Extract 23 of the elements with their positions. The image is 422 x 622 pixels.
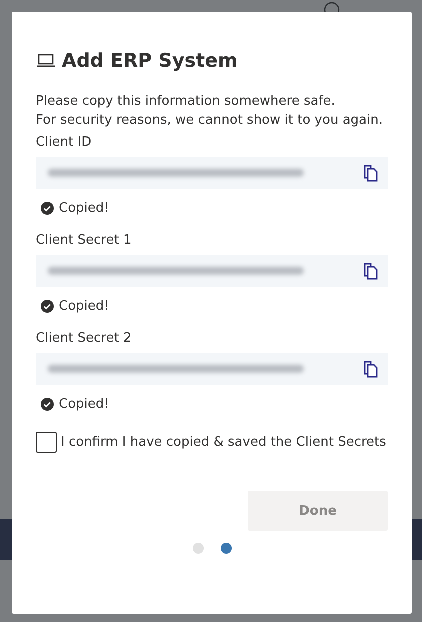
copied-status: Copied!	[59, 299, 110, 314]
check-circle-icon	[41, 202, 54, 215]
copy-button[interactable]	[362, 360, 380, 378]
field-label: Client Secret 2	[36, 330, 133, 348]
check-circle-icon	[41, 398, 54, 411]
confirm-checkbox[interactable]	[36, 432, 57, 453]
intro-text: Please copy this information somewhere safe.	[36, 93, 336, 111]
secret-field[interactable]	[36, 255, 388, 287]
step-dot[interactable]	[220, 543, 232, 554]
secret-field[interactable]	[36, 157, 388, 189]
step-dot[interactable]	[192, 543, 204, 554]
secret-field[interactable]	[36, 353, 388, 385]
intro-text: For security reasons, we cannot show it to you again.	[36, 112, 384, 130]
laptop-icon	[36, 53, 56, 69]
confirm-label: I confirm I have copied & saved the Client Secrets	[61, 435, 386, 450]
field-label: Client Secret 1	[36, 232, 133, 250]
copied-status: Copied!	[59, 397, 110, 412]
copy-button[interactable]	[362, 262, 380, 280]
copied-status: Copied!	[59, 201, 110, 216]
check-circle-icon	[41, 300, 54, 313]
field-label: Client ID	[36, 134, 93, 152]
dialog-title: Add ERP System	[62, 50, 238, 72]
copy-button[interactable]	[362, 164, 380, 182]
